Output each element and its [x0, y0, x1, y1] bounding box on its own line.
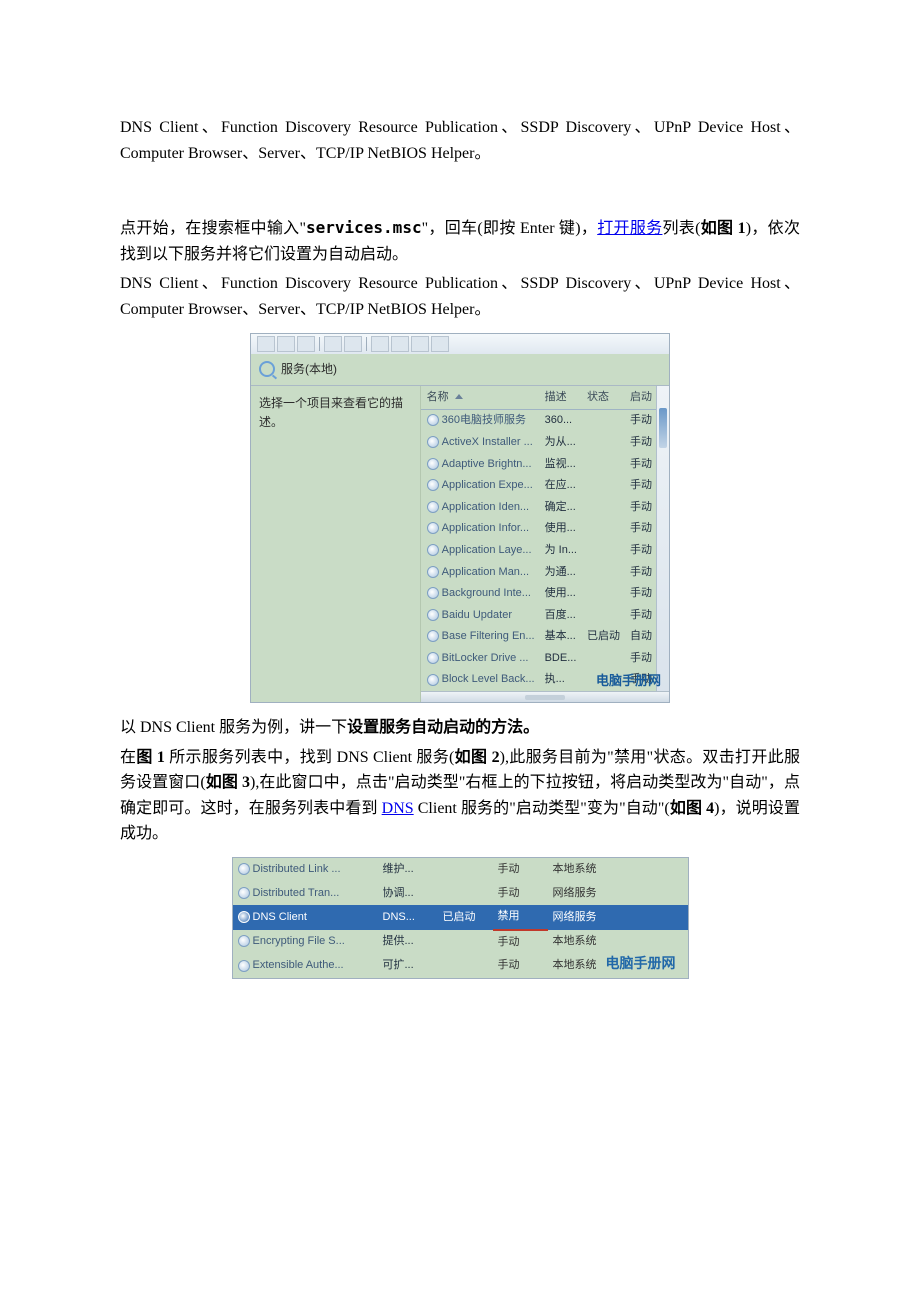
service-row[interactable]: Base Filtering En...基本...已启动自动	[421, 626, 656, 648]
horizontal-scrollbar[interactable]	[421, 691, 669, 702]
service-row[interactable]: Application Iden...确定...手动	[421, 497, 656, 519]
service-row[interactable]: Adaptive Brightn...监视...手动	[421, 454, 656, 476]
col-desc[interactable]: 描述	[539, 386, 581, 410]
figure-2-dns-row: Distributed Link ...维护...手动本地系统Distribut…	[232, 857, 689, 979]
toolbar-separator	[319, 337, 320, 351]
dns-example-para: 以 DNS Client 服务为例，讲一下设置服务自动启动的方法。	[120, 715, 800, 741]
col-name[interactable]: 名称	[421, 386, 539, 410]
figure-2-ref: 如图 2	[454, 749, 499, 766]
gear-icon	[427, 436, 439, 448]
gear-icon	[427, 566, 439, 578]
service-row[interactable]: DNS ClientDNS...已启动禁用网络服务	[233, 905, 688, 930]
toolbar-icon[interactable]	[297, 336, 315, 352]
toolbar-icon[interactable]	[371, 336, 389, 352]
col-state[interactable]: 状态	[581, 386, 624, 410]
vertical-scrollbar[interactable]	[656, 386, 669, 691]
service-row[interactable]: BitLocker Drive ...BDE...手动	[421, 648, 656, 670]
figure-4-ref: 如图 4	[670, 800, 714, 817]
toolbar-icon[interactable]	[344, 336, 362, 352]
gear-icon	[427, 674, 439, 686]
service-row[interactable]: Application Expe...在应...手动	[421, 475, 656, 497]
gear-icon	[427, 414, 439, 426]
gear-icon	[427, 458, 439, 470]
service-row[interactable]: Baidu Updater百度...手动	[421, 605, 656, 627]
gear-icon	[238, 960, 250, 972]
service-row[interactable]: Encrypting File S...提供...手动本地系统	[233, 930, 688, 955]
gear-icon	[238, 911, 250, 923]
gear-icon	[238, 887, 250, 899]
services-toolbar	[251, 334, 669, 354]
service-row[interactable]: Application Man...为通...手动	[421, 562, 656, 584]
open-services-link[interactable]: 打开服务	[597, 220, 662, 237]
intro-services-list: DNS Client、Function Discovery Resource P…	[120, 115, 800, 166]
dns-steps-para: 在图 1 所示服务列表中，找到 DNS Client 服务(如图 2),此服务目…	[120, 745, 800, 847]
gear-icon	[427, 587, 439, 599]
toolbar-icon[interactable]	[431, 336, 449, 352]
services-table[interactable]: 名称 描述 状态 启动 360电脑技师服务360...手动ActiveX Ins…	[421, 386, 656, 691]
service-row[interactable]: ActiveX Installer ...为从...手动	[421, 432, 656, 454]
gear-icon	[427, 652, 439, 664]
service-row[interactable]: Background Inte...使用...手动	[421, 583, 656, 605]
services-title: 服务(本地)	[281, 360, 337, 379]
figure-1-ref: 图 1	[136, 749, 165, 766]
toolbar-icon[interactable]	[324, 336, 342, 352]
toolbar-icon[interactable]	[411, 336, 429, 352]
command-text: services.msc	[306, 218, 422, 237]
toolbar-icon[interactable]	[257, 336, 275, 352]
service-row[interactable]: Distributed Tran...协调...手动网络服务	[233, 882, 688, 906]
dns-link[interactable]: DNS	[382, 800, 414, 817]
services-header: 服务(本地)	[251, 354, 669, 386]
gear-icon	[238, 935, 250, 947]
instructions-para: 点开始，在搜索框中输入"services.msc"，回车(即按 Enter 键)…	[120, 215, 800, 267]
gear-icon	[427, 609, 439, 621]
col-startup[interactable]: 启动	[624, 386, 656, 410]
service-row[interactable]: Block Level Back...执...手动	[421, 669, 656, 691]
gear-icon	[427, 544, 439, 556]
gear-icon	[427, 630, 439, 642]
service-row[interactable]: 360电脑技师服务360...手动	[421, 410, 656, 432]
services-left-hint: 选择一个项目来查看它的描述。	[251, 386, 421, 702]
gear-icon	[238, 863, 250, 875]
gear-icon	[427, 501, 439, 513]
figure-3-ref: 如图 3	[206, 774, 250, 791]
toolbar-separator	[366, 337, 367, 351]
service-row[interactable]: Extensible Authe...可扩...手动本地系统	[233, 954, 688, 978]
service-row[interactable]: Application Laye...为 In...手动	[421, 540, 656, 562]
figure-1-ref: 如图 1	[700, 220, 745, 237]
gear-icon	[427, 522, 439, 534]
services-list-repeat: DNS Client、Function Discovery Resource P…	[120, 271, 800, 322]
services-excerpt-table[interactable]: Distributed Link ...维护...手动本地系统Distribut…	[233, 858, 688, 978]
magnify-icon	[259, 361, 275, 377]
service-row[interactable]: Distributed Link ...维护...手动本地系统	[233, 858, 688, 882]
gear-icon	[427, 479, 439, 491]
toolbar-icon[interactable]	[391, 336, 409, 352]
figure-1-services-window: 服务(本地) 选择一个项目来查看它的描述。 名称 描述 状态 启动	[250, 333, 670, 704]
sort-arrow-icon	[455, 394, 463, 399]
toolbar-icon[interactable]	[277, 336, 295, 352]
service-row[interactable]: Application Infor...使用...手动	[421, 518, 656, 540]
